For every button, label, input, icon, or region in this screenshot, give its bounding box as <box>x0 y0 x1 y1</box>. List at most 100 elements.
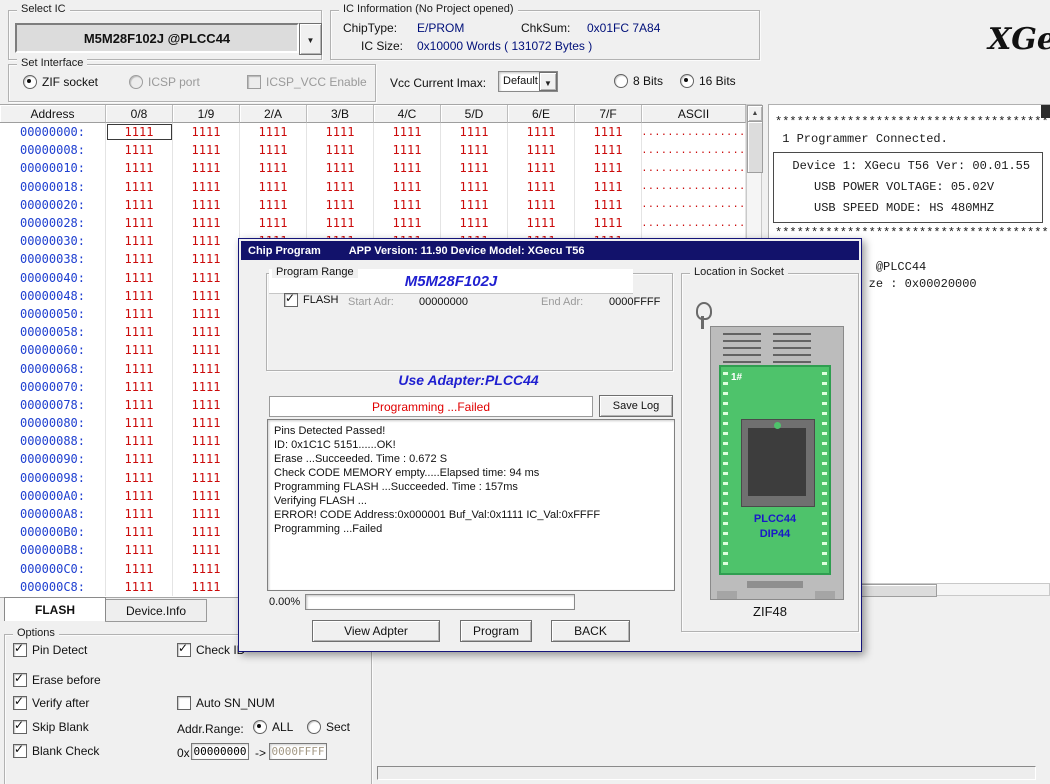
range-end-input[interactable] <box>269 743 327 760</box>
checkbox-blank-check[interactable]: Blank Check <box>13 744 99 758</box>
hex-cell[interactable]: 1111 <box>106 159 173 177</box>
checkbox-verify-after[interactable]: Verify after <box>13 696 89 710</box>
checkbox-erase-before[interactable]: Erase before <box>13 673 101 687</box>
hex-cell[interactable]: 1111 <box>106 378 173 396</box>
hex-cell[interactable]: 1111 <box>106 178 173 196</box>
hex-header-cell[interactable]: 0/8 <box>106 105 173 123</box>
hex-cell[interactable]: 1111 <box>307 141 374 159</box>
checkbox-pin-detect[interactable]: Pin Detect <box>13 643 87 657</box>
hex-cell[interactable]: 1111 <box>106 505 173 523</box>
hex-cell[interactable]: 1111 <box>173 141 240 159</box>
range-start-input[interactable] <box>191 743 249 760</box>
hex-cell[interactable]: 1111 <box>106 287 173 305</box>
log-panel-scroll-corner[interactable] <box>1041 105 1050 118</box>
hex-cell[interactable]: 1111 <box>307 159 374 177</box>
hex-cell[interactable]: 1111 <box>374 214 441 232</box>
hex-cell[interactable]: 1111 <box>173 487 240 505</box>
hex-cell[interactable]: 1111 <box>106 523 173 541</box>
checkbox-auto-sn-num[interactable]: Auto SN_NUM <box>177 696 275 710</box>
back-button[interactable]: BACK <box>551 620 630 642</box>
hex-cell[interactable]: 1111 <box>106 269 173 287</box>
hex-cell[interactable]: 1111 <box>106 432 173 450</box>
hex-cell[interactable]: 1111 <box>106 396 173 414</box>
hex-cell[interactable]: 1111 <box>307 178 374 196</box>
checkbox-flash[interactable]: FLASH <box>284 293 338 307</box>
hex-cell[interactable]: 1111 <box>307 214 374 232</box>
dialog-title-bar[interactable]: Chip Program APP Version: 11.90 Device M… <box>241 241 859 260</box>
dialog-log[interactable]: Pins Detected Passed!ID: 0x1C1C 5151....… <box>267 419 675 591</box>
hex-cell[interactable]: 1111 <box>173 432 240 450</box>
hex-cell[interactable]: 1111 <box>374 141 441 159</box>
hex-header-cell[interactable]: 7/F <box>575 105 642 123</box>
hex-cell[interactable]: 1111 <box>508 178 575 196</box>
radio-zif-socket[interactable]: ZIF socket <box>23 75 98 89</box>
hex-cell[interactable]: 1111 <box>173 505 240 523</box>
hex-cell[interactable]: 1111 <box>106 578 173 596</box>
hex-cell[interactable]: 1111 <box>307 196 374 214</box>
hex-cell[interactable]: 1111 <box>508 196 575 214</box>
hex-cell[interactable]: 1111 <box>106 341 173 359</box>
hex-cell[interactable]: 1111 <box>441 214 508 232</box>
radio-addr-sect[interactable]: Sect <box>307 720 350 734</box>
hex-cell[interactable]: 1111 <box>374 123 441 141</box>
radio-8-bits[interactable]: 8 Bits <box>614 74 663 88</box>
hex-cell[interactable]: 1111 <box>173 523 240 541</box>
hex-cell[interactable]: 1111 <box>106 487 173 505</box>
hex-cell[interactable]: 1111 <box>575 159 642 177</box>
tab-flash[interactable]: FLASH <box>4 597 106 621</box>
scrollbar-thumb[interactable] <box>747 121 763 173</box>
scroll-up-button[interactable]: ▲ <box>747 105 763 122</box>
hex-cell[interactable]: 1111 <box>173 578 240 596</box>
hex-cell[interactable]: 1111 <box>173 323 240 341</box>
hex-cell[interactable]: 1111 <box>106 323 173 341</box>
vcc-imax-select[interactable]: Default <box>498 71 558 92</box>
view-adapter-button[interactable]: View Adpter <box>312 620 440 642</box>
hex-cell[interactable]: 1111 <box>106 232 173 250</box>
hex-cell[interactable]: 1111 <box>575 178 642 196</box>
hex-cell[interactable]: 1111 <box>173 269 240 287</box>
hex-cell[interactable]: 1111 <box>106 305 173 323</box>
hex-cell[interactable]: 1111 <box>240 141 307 159</box>
hex-cell[interactable]: 1111 <box>575 196 642 214</box>
hex-header-cell[interactable]: 4/C <box>374 105 441 123</box>
hex-cell[interactable]: 1111 <box>173 123 240 141</box>
hex-cell[interactable]: 1111 <box>508 159 575 177</box>
hex-cell[interactable]: 1111 <box>173 196 240 214</box>
hex-cell[interactable]: 1111 <box>575 123 642 141</box>
hex-cell[interactable]: 1111 <box>374 159 441 177</box>
hex-cell[interactable]: 1111 <box>441 178 508 196</box>
hex-cell[interactable]: 1111 <box>173 178 240 196</box>
hex-cell[interactable]: 1111 <box>307 123 374 141</box>
tab-device-info[interactable]: Device.Info <box>105 599 207 622</box>
hex-header-cell[interactable]: 6/E <box>508 105 575 123</box>
hex-cell[interactable]: 1111 <box>240 196 307 214</box>
hex-cell[interactable]: 1111 <box>173 560 240 578</box>
hex-cell[interactable]: 1111 <box>106 541 173 559</box>
hex-cell[interactable]: 1111 <box>441 196 508 214</box>
hex-cell[interactable]: 1111 <box>173 414 240 432</box>
ic-combobox[interactable]: M5M28F102J @PLCC44 <box>15 23 299 53</box>
checkbox-check-id[interactable]: Check ID <box>177 643 245 657</box>
hex-cell[interactable]: 1111 <box>173 396 240 414</box>
radio-16-bits[interactable]: 16 Bits <box>680 74 736 88</box>
hex-cell[interactable]: 1111 <box>106 214 173 232</box>
hex-cell[interactable]: 1111 <box>173 469 240 487</box>
hex-cell[interactable]: 1111 <box>106 250 173 268</box>
hex-header-cell[interactable]: 1/9 <box>173 105 240 123</box>
hex-cell[interactable]: 1111 <box>374 196 441 214</box>
hex-cell[interactable]: 1111 <box>106 359 173 377</box>
hex-cell[interactable]: 1111 <box>173 305 240 323</box>
hex-cell[interactable]: 1111 <box>508 141 575 159</box>
hex-header-cell[interactable]: ASCII <box>642 105 746 123</box>
hex-cell[interactable]: 1111 <box>441 123 508 141</box>
ic-combobox-dropdown-button[interactable] <box>299 23 322 55</box>
hex-cell[interactable]: 1111 <box>508 214 575 232</box>
hex-cell[interactable]: 1111 <box>173 287 240 305</box>
scrollbar-thumb[interactable] <box>857 584 937 597</box>
hex-cell[interactable]: 1111 <box>106 469 173 487</box>
save-log-button[interactable]: Save Log <box>599 395 673 417</box>
hex-cell[interactable]: 1111 <box>240 178 307 196</box>
program-button[interactable]: Program <box>460 620 532 642</box>
hex-cell[interactable]: 1111 <box>106 414 173 432</box>
hex-cell[interactable]: 1111 <box>173 250 240 268</box>
